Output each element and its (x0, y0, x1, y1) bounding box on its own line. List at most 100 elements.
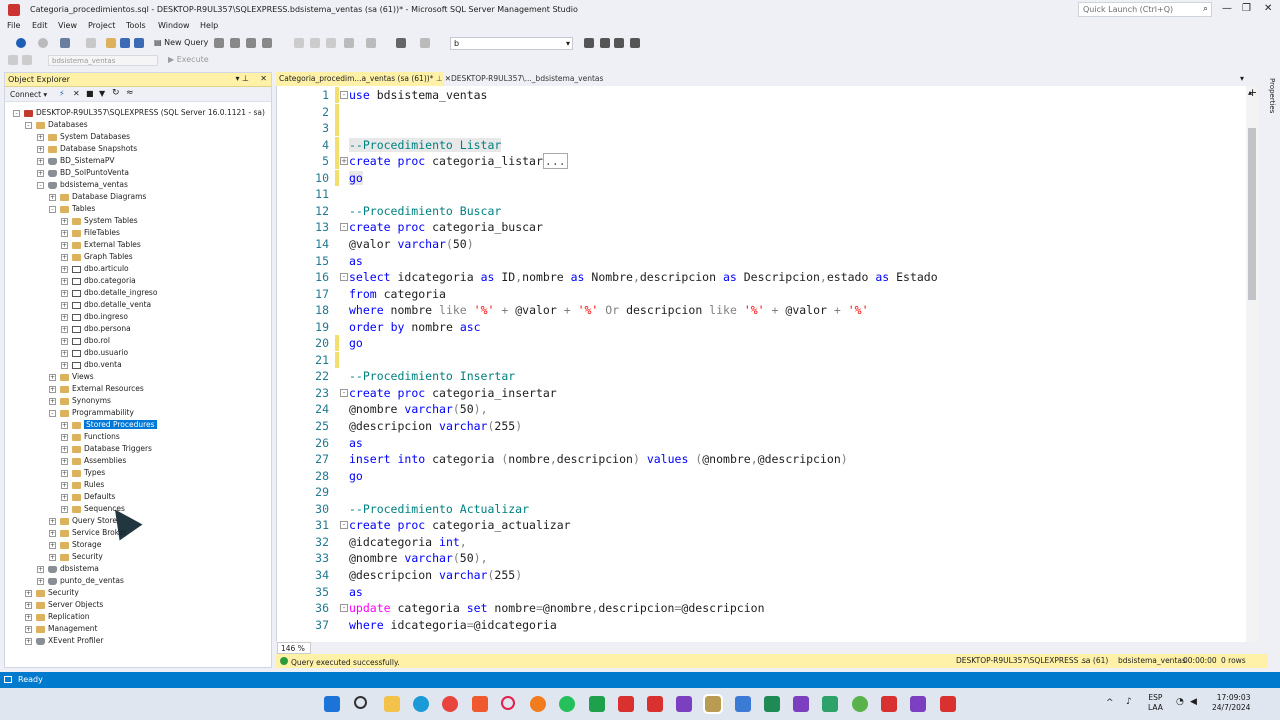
tree-node[interactable]: + dbsistema (37, 563, 99, 575)
cut-icon[interactable] (294, 38, 304, 48)
chevron-down-icon[interactable]: ▾ (566, 38, 570, 49)
visual-studio-icon[interactable] (676, 696, 692, 712)
code-line[interactable]: --Procedimiento Listar (349, 137, 502, 153)
camtasia-icon[interactable] (589, 696, 605, 712)
collapse-region-icon[interactable]: - (340, 388, 348, 397)
code-line[interactable]: @descripcion varchar(255) (349, 418, 522, 434)
expand-icon[interactable]: + (37, 577, 44, 585)
minimize-button[interactable]: — (1222, 3, 1232, 14)
zoom-level-select[interactable]: 146 % ▾ (277, 642, 311, 662)
firefox-icon[interactable] (530, 696, 546, 712)
tree-node[interactable]: + BD_SolPuntoVenta (37, 167, 129, 179)
expand-icon[interactable]: + (37, 157, 44, 165)
code-line[interactable]: @idcategoria int, (349, 534, 467, 550)
expand-icon[interactable]: + (61, 493, 68, 501)
scrollbar-thumb[interactable] (1248, 128, 1256, 300)
tree-node[interactable]: + Database Diagrams (49, 191, 146, 203)
tree-node[interactable]: + Synonyms (49, 395, 111, 407)
expand-icon[interactable]: + (61, 361, 68, 369)
code-line[interactable]: --Procedimiento Actualizar (349, 501, 529, 517)
collapse-icon[interactable]: - (25, 121, 32, 129)
app-icon[interactable] (618, 696, 634, 712)
paste-icon[interactable] (326, 38, 336, 48)
tree-node[interactable]: + Management (25, 623, 97, 635)
code-line[interactable]: from categoria (349, 286, 446, 302)
app-icon[interactable] (881, 696, 897, 712)
expand-icon[interactable]: + (49, 373, 56, 381)
query-type-icon[interactable] (230, 38, 240, 48)
expand-icon[interactable]: + (49, 529, 56, 537)
menu-project[interactable]: Project (88, 21, 115, 30)
code-line[interactable]: create proc categoria_listar... (349, 153, 568, 170)
expand-icon[interactable]: + (61, 349, 68, 357)
save-icon[interactable] (120, 38, 130, 48)
tree-node[interactable]: + External Tables (61, 239, 141, 251)
code-line[interactable]: as (349, 435, 363, 451)
microphone-icon[interactable]: ♪ (1126, 697, 1132, 707)
expand-icon[interactable]: + (61, 421, 68, 429)
redo-icon[interactable] (366, 38, 376, 48)
edge-icon[interactable] (413, 696, 429, 712)
menu-tools[interactable]: Tools (126, 21, 146, 30)
app-icon[interactable] (647, 696, 663, 712)
tree-node[interactable]: - DESKTOP-R9UL357\SQLEXPRESS (SQL Server … (13, 107, 265, 119)
solution-icon[interactable] (396, 38, 406, 48)
close-button[interactable]: ✕ (1264, 3, 1272, 14)
code-line[interactable]: create proc categoria_insertar (349, 385, 557, 401)
search-icon[interactable] (354, 696, 367, 709)
expand-icon[interactable]: + (61, 457, 68, 465)
split-editor-icon[interactable]: + (1248, 86, 1257, 99)
available-databases-select[interactable]: bdsistema_ventas (48, 55, 158, 66)
app-icon[interactable] (852, 696, 868, 712)
code-line[interactable]: @descripcion varchar(255) (349, 567, 522, 583)
collapse-icon[interactable]: - (37, 181, 44, 189)
sql-code-editor[interactable]: 1 2 3 4 5 10 11 12 13 14 15 16 17 18 19 20 21 22 23 24 25 26 2… (276, 86, 1258, 642)
tree-node[interactable]: + punto_de_ventas (37, 575, 124, 587)
quick-launch-input[interactable]: Quick Launch (Ctrl+Q) ⌕ (1078, 2, 1212, 17)
tree-node[interactable]: + System Tables (61, 215, 138, 227)
tree-node[interactable]: + Assemblies (61, 455, 126, 467)
code-line[interactable]: @nombre varchar(50), (349, 550, 488, 566)
expand-icon[interactable]: + (61, 277, 68, 285)
clock[interactable]: 17:09:03 24/7/2024 (1212, 693, 1250, 713)
expand-icon[interactable]: + (61, 229, 68, 237)
execute-button[interactable]: ▶ Execute (168, 55, 209, 64)
expand-icon[interactable]: + (61, 253, 68, 261)
code-line[interactable]: @valor varchar(50) (349, 236, 474, 252)
expand-icon[interactable]: + (49, 553, 56, 561)
tree-node[interactable]: + Server Objects (25, 599, 103, 611)
tree-node[interactable]: + Graph Tables (61, 251, 133, 263)
code-line[interactable]: create proc categoria_buscar (349, 219, 543, 235)
menu-edit[interactable]: Edit (32, 21, 48, 30)
ssms-icon[interactable] (703, 694, 723, 714)
code-line[interactable]: update categoria set nombre=@nombre,desc… (349, 600, 765, 616)
connect-button[interactable]: Connect ▾ (10, 90, 47, 99)
expand-icon[interactable]: + (61, 289, 68, 297)
tree-node[interactable]: + Replication (25, 611, 90, 623)
new-query-button[interactable]: ▤ New Query (154, 38, 208, 47)
code-line[interactable]: --Procedimiento Insertar (349, 368, 515, 384)
file-explorer-icon[interactable] (384, 696, 400, 712)
expand-icon[interactable]: + (61, 433, 68, 441)
code-line[interactable]: select idcategoria as ID,nombre as Nombr… (349, 269, 938, 285)
menu-window[interactable]: Window (158, 21, 190, 30)
activity-monitor-icon[interactable]: ≈ (126, 88, 134, 98)
close-icon[interactable]: ✕ (260, 74, 267, 83)
tree-node[interactable]: + Views (49, 371, 94, 383)
pin-icon[interactable]: ▾ ⊥ (235, 74, 249, 83)
code-line[interactable]: create proc categoria_actualizar (349, 517, 571, 533)
disconnect-icon[interactable]: ✕ (73, 89, 80, 98)
code-line[interactable]: go (349, 170, 363, 186)
tab-categoria-procedimientos[interactable]: Categoria_procedim...a_ventas (sa (61))*… (276, 72, 451, 86)
code-line[interactable]: as (349, 253, 363, 269)
tree-node[interactable]: + dbo.detalle_venta (61, 299, 151, 311)
whatsapp-icon[interactable] (559, 696, 575, 712)
undo-icon[interactable] (344, 38, 354, 48)
query-type-icon[interactable] (262, 38, 272, 48)
collapse-region-icon[interactable]: - (340, 273, 348, 282)
properties-icon[interactable] (584, 38, 594, 48)
tree-node[interactable]: + Security (25, 587, 79, 599)
tree-node[interactable]: + Rules (61, 479, 104, 491)
expand-icon[interactable]: + (61, 301, 68, 309)
tools-icon[interactable] (600, 38, 610, 48)
